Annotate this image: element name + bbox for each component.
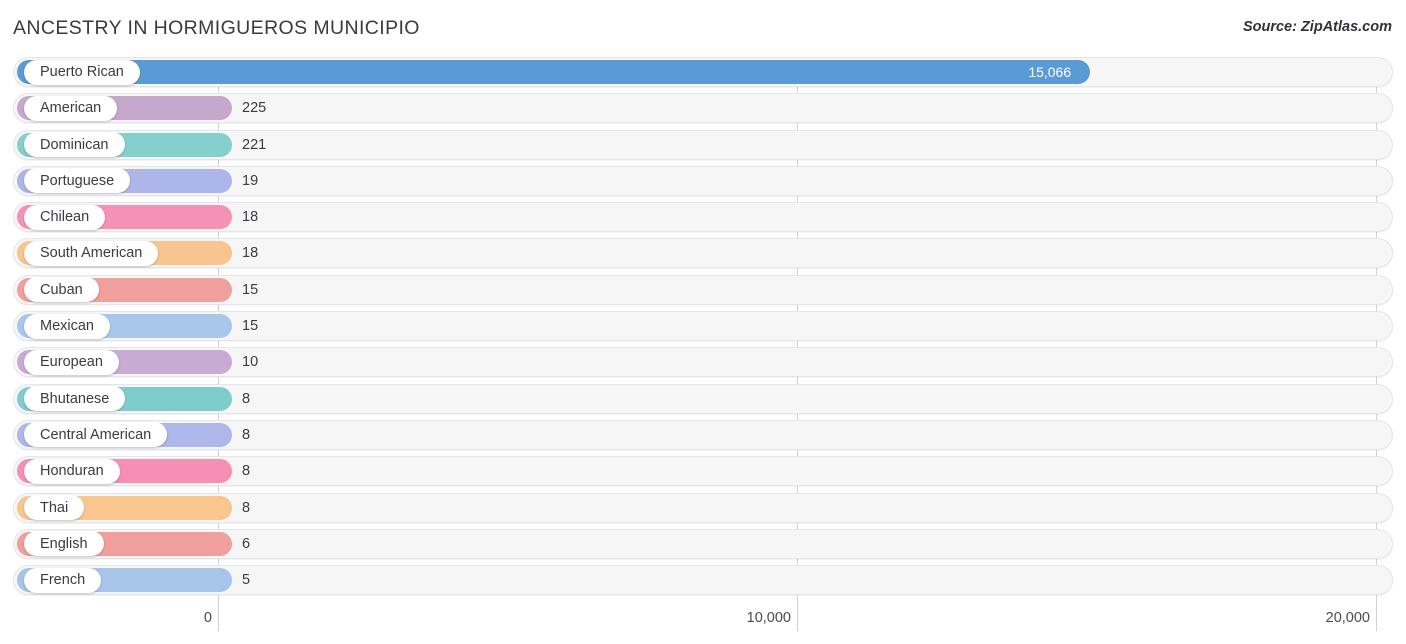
x-tick-label: 0	[203, 610, 212, 626]
page-title: ANCESTRY IN HORMIGUEROS MUNICIPIO	[13, 17, 420, 39]
bar-category-label: European	[24, 349, 119, 375]
bar-category-label: Honduran	[24, 458, 120, 484]
bar-row: Honduran 8	[0, 456, 1406, 487]
x-axis: 0 10,000 20,000	[0, 605, 1406, 644]
bar-category-label: Portuguese	[24, 168, 131, 194]
bar-category-label: Puerto Rican	[24, 59, 140, 85]
bar-category-label: Chilean	[24, 204, 106, 230]
bar-value-label: 15	[242, 281, 259, 298]
bar-row: Cuban 15	[0, 274, 1406, 305]
bar-row: Chilean 18	[0, 202, 1406, 233]
bar-row: Portuguese 19	[0, 165, 1406, 196]
bar-row: South American 18	[0, 238, 1406, 269]
bar-value-label: 221	[242, 136, 267, 153]
source-attribution: Source: ZipAtlas.com	[1242, 19, 1392, 35]
chart-container: ANCESTRY IN HORMIGUEROS MUNICIPIO Source…	[0, 0, 1406, 644]
bar-category-label: Bhutanese	[24, 386, 126, 412]
x-tick-label: 20,000	[1325, 610, 1370, 626]
bar-rows: Puerto Rican 15,066 American 225 Dominican 22…	[0, 57, 1406, 601]
bar-category-label: Cuban	[24, 277, 99, 303]
bar-value-label: 15	[242, 318, 259, 335]
x-tick-mark	[218, 605, 219, 631]
bar-category-label: American	[24, 95, 118, 121]
bar-category-label: Mexican	[24, 313, 110, 339]
plot-area: Puerto Rican 15,066 American 225 Dominican 22…	[0, 57, 1406, 605]
bar-value-label: 8	[242, 499, 251, 516]
bar-row: American 225	[0, 93, 1406, 124]
bar-row: Mexican 15	[0, 311, 1406, 342]
bar-row: Thai 8	[0, 492, 1406, 523]
x-tick-mark	[797, 605, 798, 631]
bar-row: Puerto Rican 15,066	[0, 57, 1406, 87]
bar-category-label: Central American	[24, 422, 168, 448]
x-tick-mark	[1376, 605, 1377, 631]
x-tick-label: 10,000	[746, 610, 791, 626]
bar-row: Dominican 221	[0, 129, 1406, 160]
bar-value-label: 18	[242, 245, 259, 262]
bar-value-label: 5	[242, 572, 251, 589]
bar[interactable]	[17, 60, 1091, 84]
bar-row: English 6	[0, 528, 1406, 559]
bar-value-label: 8	[242, 390, 251, 407]
bar-row: Bhutanese 8	[0, 383, 1406, 414]
bar-category-label: French	[24, 567, 102, 593]
bar-category-label: Thai	[24, 495, 85, 521]
bar-value-label: 225	[242, 100, 267, 117]
bar-value-label: 18	[242, 209, 259, 226]
bar-row: European 10	[0, 347, 1406, 378]
bar-row: French 5	[0, 565, 1406, 596]
bar-category-label: South American	[24, 240, 159, 266]
bar-category-label: English	[24, 531, 104, 557]
bar-value-label: 15,066	[1028, 64, 1072, 80]
bar-value-label: 8	[242, 426, 251, 443]
bar-row: Central American 8	[0, 419, 1406, 450]
bar-value-label: 19	[242, 172, 259, 189]
bar-category-label: Dominican	[24, 132, 125, 158]
bar-value-label: 6	[242, 535, 251, 552]
bar-value-label: 8	[242, 463, 251, 480]
bar-value-label: 10	[242, 354, 259, 371]
